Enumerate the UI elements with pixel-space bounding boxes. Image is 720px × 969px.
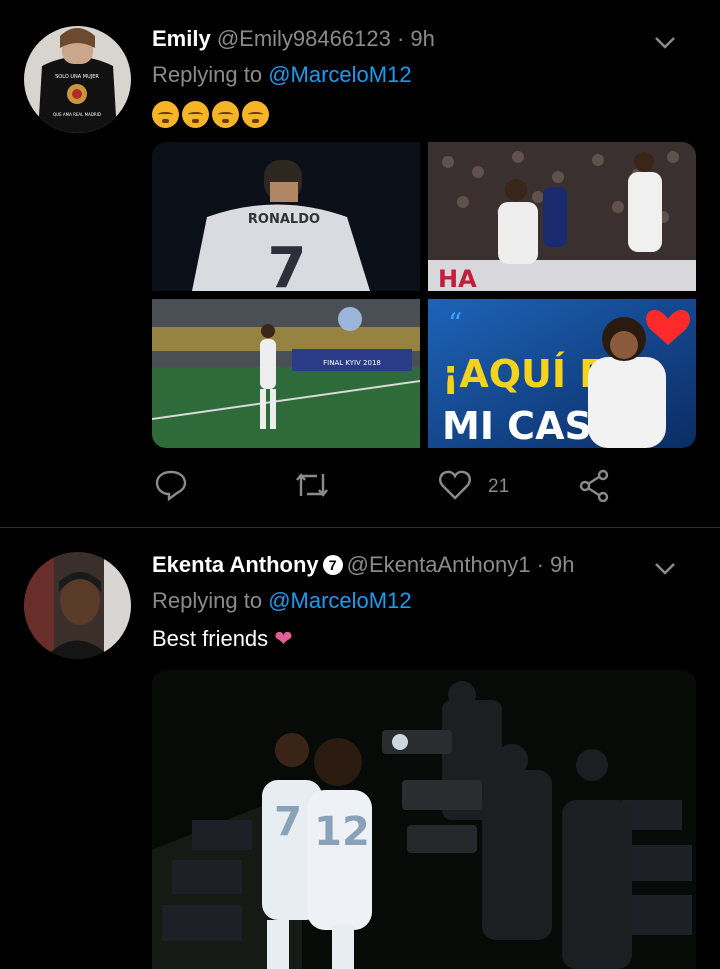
svg-text:SOLO UNA MUJER: SOLO UNA MUJER xyxy=(55,74,99,80)
badge-icon: 7 xyxy=(322,555,343,575)
banner-text: FINAL KYIV 2018 xyxy=(323,359,381,367)
sad-emoji-icon xyxy=(212,100,239,128)
user-handle[interactable]: @Emily98466123 xyxy=(217,26,391,51)
display-name[interactable]: Ekenta Anthony xyxy=(152,552,319,577)
jersey-name: RONALDO xyxy=(248,212,320,227)
chevron-down-icon[interactable] xyxy=(654,30,676,56)
replying-prefix: Replying to xyxy=(152,62,263,87)
sad-emoji-icon xyxy=(182,100,209,128)
replying-prefix: Replying to xyxy=(152,588,263,613)
media-image-celebration[interactable]: 7 12 xyxy=(152,670,696,969)
user-handle[interactable]: @EkentaAnthony1 xyxy=(347,552,531,577)
replying-to: Replying to @MarceloM12 xyxy=(152,62,412,88)
reply-icon[interactable] xyxy=(154,468,188,507)
tweet-header: Ekenta Anthony 7 @EkentaAnthony1 · 9h xyxy=(152,552,698,578)
mention-link[interactable]: @MarceloM12 xyxy=(268,62,411,87)
tweet-text xyxy=(152,100,272,128)
jersey-number: 7 xyxy=(274,799,302,845)
banner-text: HA xyxy=(438,265,477,291)
display-name[interactable]: Emily xyxy=(152,26,211,51)
separator-dot: · xyxy=(396,26,405,51)
retweet-icon[interactable] xyxy=(294,468,330,507)
replying-to: Replying to @MarceloM12 xyxy=(152,588,412,614)
tweet-1[interactable]: SOLO UNA MUJER QUE AMA REAL MADRID Emily… xyxy=(0,0,720,527)
jersey-number: 12 xyxy=(314,809,370,855)
mention-link[interactable]: @MarceloM12 xyxy=(268,588,411,613)
sad-emoji-icon xyxy=(152,100,179,128)
sad-emoji-icon xyxy=(242,100,269,128)
avatar[interactable] xyxy=(24,552,131,659)
media-grid[interactable]: RONALDO 7 HA FINAL KYIV 2018 “ ¡AQUÍ ES … xyxy=(152,142,696,448)
tweet-header: Emily @Emily98466123 · 9h xyxy=(152,26,698,52)
like-count: 21 xyxy=(488,476,510,497)
like-icon[interactable] xyxy=(438,468,472,507)
svg-text:QUE AMA REAL MADRID: QUE AMA REAL MADRID xyxy=(53,112,101,117)
chevron-down-icon[interactable] xyxy=(654,556,676,582)
media-image-ronaldo[interactable]: RONALDO 7 xyxy=(152,142,420,291)
svg-text:“: “ xyxy=(448,307,462,340)
tweet-2[interactable]: Ekenta Anthony 7 @EkentaAnthony1 · 9h Repl… xyxy=(0,528,720,969)
media-image-stadium[interactable]: FINAL KYIV 2018 xyxy=(152,299,420,448)
pink-heart-icon: ❤ xyxy=(274,626,293,651)
separator-dot: · xyxy=(536,552,544,577)
tweet-text: Best friends ❤ xyxy=(152,626,293,652)
media-image-quote[interactable]: “ ¡AQUÍ ES MI CASA! xyxy=(428,299,696,448)
tweet-text-content: Best friends xyxy=(152,626,269,651)
timestamp[interactable]: 9h xyxy=(410,26,434,51)
tweet-actions: 21 xyxy=(152,468,622,508)
share-icon[interactable] xyxy=(578,468,612,507)
jersey-number: 7 xyxy=(268,236,307,291)
avatar[interactable]: SOLO UNA MUJER QUE AMA REAL MADRID xyxy=(24,26,131,133)
media-image-match[interactable]: HA xyxy=(428,142,696,291)
timestamp[interactable]: 9h xyxy=(550,552,574,577)
